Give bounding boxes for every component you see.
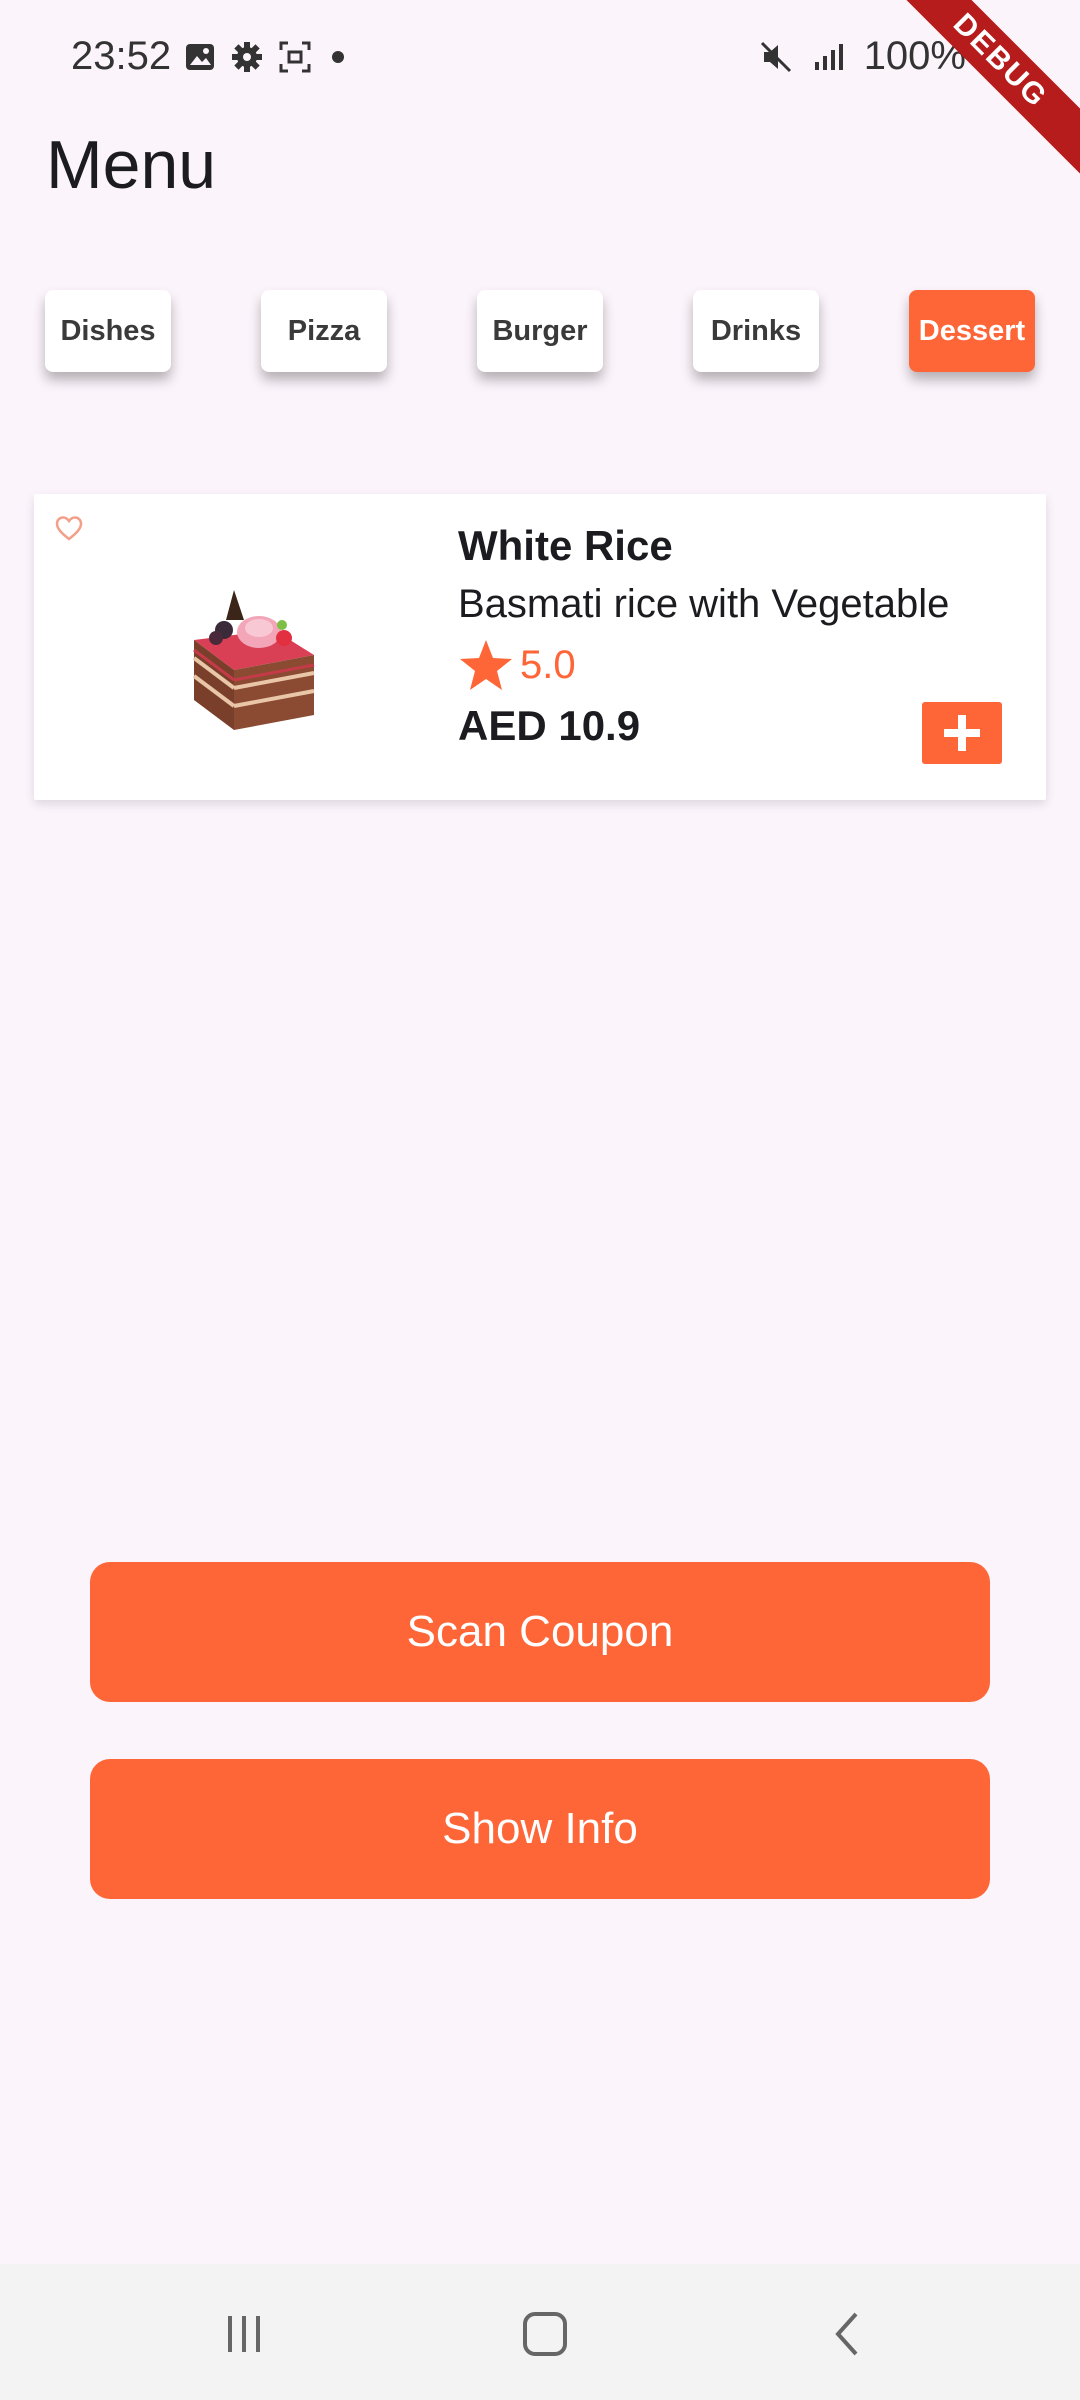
mute-icon	[760, 41, 791, 72]
home-icon	[523, 2312, 567, 2356]
category-pizza[interactable]: Pizza	[261, 290, 387, 372]
nav-home-button[interactable]	[515, 2304, 575, 2364]
image-icon	[186, 44, 214, 70]
category-drinks[interactable]: Drinks	[693, 290, 819, 372]
nav-back-button[interactable]	[818, 2304, 878, 2364]
category-tabs: Dishes Pizza Burger Drinks Dessert	[0, 290, 1080, 374]
dot-icon	[332, 51, 344, 63]
page-title: Menu	[46, 127, 217, 203]
add-to-cart-button[interactable]	[922, 702, 1002, 764]
system-nav-bar	[0, 2264, 1080, 2400]
star-icon	[460, 640, 512, 690]
food-card[interactable]: White Rice Basmati rice with Vegetable 5…	[34, 494, 1046, 800]
rating-value: 5.0	[520, 642, 576, 687]
food-name: White Rice	[458, 522, 673, 569]
screenshot-icon	[279, 41, 311, 73]
back-icon	[835, 2312, 858, 2356]
food-description: Basmati rice with Vegetable	[458, 582, 950, 626]
category-burger[interactable]: Burger	[477, 290, 603, 372]
scan-coupon-button[interactable]: Scan Coupon	[90, 1562, 990, 1702]
plus-icon	[944, 715, 980, 751]
signal-icon	[814, 43, 843, 70]
food-price: AED 10.9	[458, 702, 641, 749]
category-dishes[interactable]: Dishes	[45, 290, 171, 372]
food-image	[192, 590, 315, 730]
category-dessert[interactable]: Dessert	[909, 290, 1035, 372]
status-bar: 23:52 100%	[0, 0, 1080, 120]
nav-recents-button[interactable]	[214, 2304, 274, 2364]
recents-icon	[228, 2316, 260, 2352]
status-icons-left	[184, 40, 350, 74]
show-info-button[interactable]: Show Info	[90, 1759, 990, 1899]
status-time: 23:52	[71, 34, 172, 78]
rating: 5.0	[458, 638, 576, 692]
heart-icon[interactable]	[54, 514, 84, 542]
gear-icon	[232, 42, 262, 72]
